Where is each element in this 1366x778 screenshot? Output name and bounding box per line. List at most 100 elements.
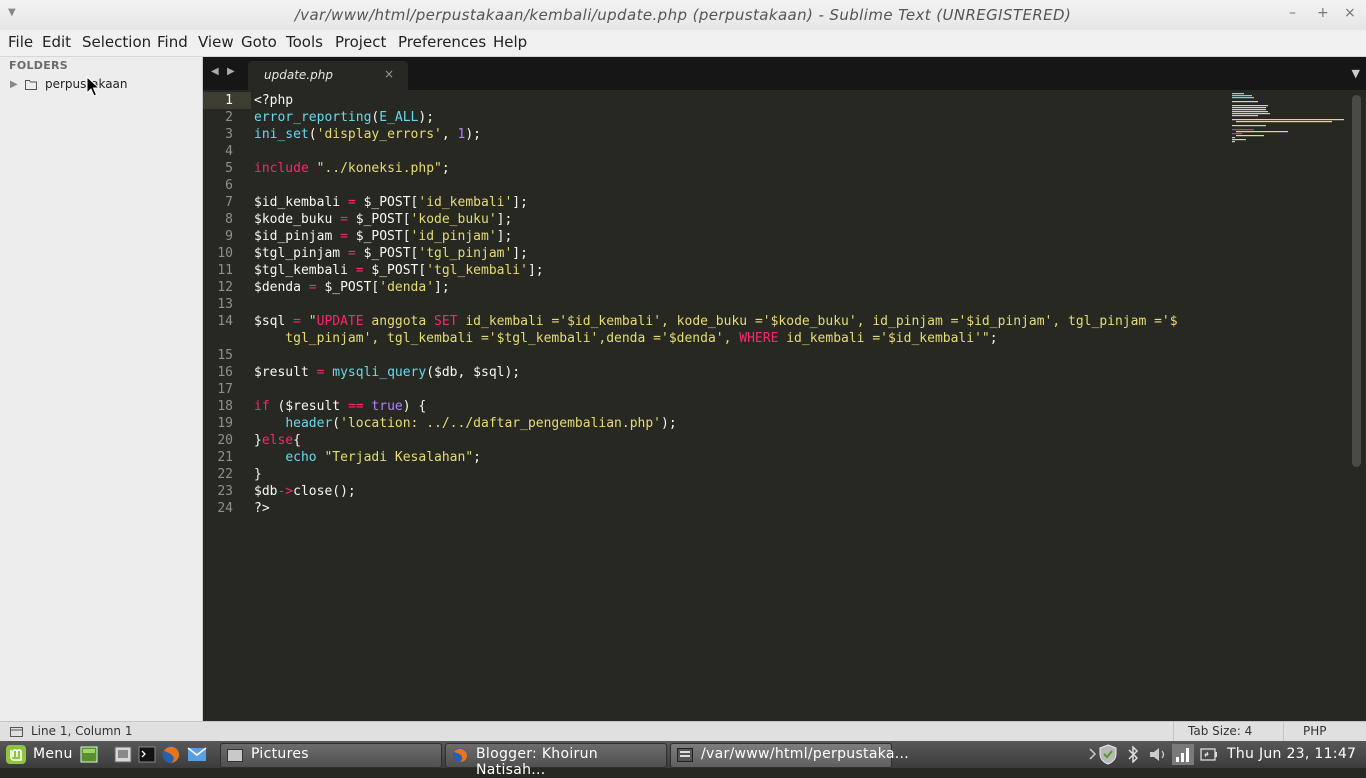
line-number: 5: [225, 161, 233, 176]
menu-tools[interactable]: Tools: [286, 33, 323, 51]
code-line[interactable]: 18 if ($result == true) {: [203, 398, 1366, 415]
bluetooth-icon[interactable]: [1127, 746, 1139, 763]
code-token: =: [340, 229, 348, 244]
mint-logo-icon[interactable]: [6, 745, 26, 764]
code-line[interactable]: 17: [203, 381, 1366, 398]
tab-dropdown-icon[interactable]: ▼: [1352, 67, 1360, 80]
menu-project[interactable]: Project: [335, 33, 386, 51]
menu-view[interactable]: View: [198, 33, 234, 51]
taskbar-window-label: Blogger: Khoirun Natisah...: [476, 746, 598, 778]
code-line[interactable]: 22}: [203, 466, 1366, 483]
code-line[interactable]: 13: [203, 296, 1366, 313]
tab-close-icon[interactable]: ×: [384, 67, 394, 81]
code-token: =: [347, 246, 356, 261]
code-line[interactable]: tgl_pinjam', tgl_kembali ='$tgl_kembali'…: [203, 330, 1366, 347]
window-titlebar[interactable]: ▼ /var/www/html/perpustakaan/kembali/upd…: [0, 0, 1366, 30]
code-token: <?php: [254, 93, 294, 108]
code-line[interactable]: 11 $tgl_kembali = $_POST['tgl_kembali'];: [203, 262, 1366, 279]
code-token: ) {: [402, 399, 427, 414]
code-line[interactable]: 15: [203, 347, 1366, 364]
taskbar-window-pictures[interactable]: Pictures: [220, 743, 442, 768]
code-line[interactable]: 23 $db->close();: [203, 483, 1366, 500]
code-token: $id_kembali: [254, 195, 348, 210]
code-line[interactable]: 6: [203, 177, 1366, 194]
tab-nav-right-icon[interactable]: ▶: [227, 66, 235, 77]
code-token: close();: [293, 484, 356, 499]
code-line[interactable]: 3 ini_set('display_errors', 1);: [203, 126, 1366, 143]
minimize-button[interactable]: –: [1289, 5, 1296, 21]
code-token: $db: [254, 484, 278, 499]
line-number: 20: [217, 433, 233, 448]
line-number: 18: [217, 399, 233, 414]
tab-nav-left-icon[interactable]: ◀: [211, 66, 219, 77]
close-button[interactable]: ×: [1344, 5, 1356, 21]
terminal-icon[interactable]: [138, 746, 156, 763]
code-token: ];: [527, 263, 544, 278]
menu-preferences[interactable]: Preferences: [398, 33, 486, 51]
code-line[interactable]: 16 $result = mysqli_query($db, $sql);: [203, 364, 1366, 381]
code-line[interactable]: 24 ?>: [203, 500, 1366, 517]
code-line[interactable]: 4: [203, 143, 1366, 160]
editor-scrollbar[interactable]: [1352, 95, 1361, 467]
tab-size-indicator[interactable]: Tab Size: 4: [1188, 724, 1252, 738]
taskbar-window-sublime[interactable]: /var/www/html/perpustaka...: [670, 743, 909, 768]
code-line[interactable]: 9 $id_pinjam = $_POST['id_pinjam'];: [203, 228, 1366, 245]
code-line[interactable]: 21 echo "Terjadi Kesalahan";: [203, 449, 1366, 466]
minimap[interactable]: [1232, 93, 1347, 143]
code-token: =: [308, 280, 317, 295]
sublime-text-icon: [677, 748, 693, 762]
code-line[interactable]: 10 $tgl_pinjam = $_POST['tgl_pinjam'];: [203, 245, 1366, 262]
code-token: (: [308, 127, 317, 142]
code-token: ];: [434, 280, 450, 295]
menu-file[interactable]: File: [8, 33, 33, 51]
taskbar-menu-button[interactable]: Menu: [33, 746, 73, 762]
menu-selection[interactable]: Selection: [82, 33, 151, 51]
menu-edit[interactable]: Edit: [42, 33, 71, 51]
code-line[interactable]: 5 include "../koneksi.php";: [203, 160, 1366, 177]
line-number: 14: [217, 314, 233, 329]
taskbar-window-blogger[interactable]: Blogger: Khoirun Natisah...: [445, 743, 667, 778]
menu-find[interactable]: Find: [157, 33, 188, 51]
code-token: ;: [473, 450, 481, 465]
console-icon[interactable]: [10, 727, 23, 737]
code-token: E_ALL: [379, 110, 419, 125]
update-shield-icon[interactable]: [1098, 744, 1118, 765]
code-line[interactable]: 1 <?php: [203, 92, 1366, 109]
maximize-button[interactable]: +: [1317, 5, 1329, 21]
window-title: /var/www/html/perpustakaan/kembali/updat…: [294, 6, 1072, 24]
code-text: }else{: [254, 432, 301, 449]
syntax-indicator[interactable]: PHP: [1303, 724, 1327, 738]
cursor-position: Line 1, Column 1: [31, 724, 133, 738]
network-signal-icon[interactable]: [1172, 744, 1194, 765]
show-desktop-icon[interactable]: [80, 746, 98, 763]
code-line[interactable]: 2 error_reporting(E_ALL);: [203, 109, 1366, 126]
battery-icon[interactable]: [1200, 747, 1218, 762]
code-token: echo: [285, 450, 317, 465]
code-token: tgl_pinjam', tgl_kembali ='$tgl_kembali'…: [254, 331, 740, 346]
menu-help[interactable]: Help: [493, 33, 527, 51]
code-line[interactable]: 8 $kode_buku = $_POST['kode_buku'];: [203, 211, 1366, 228]
code-line[interactable]: 14 $sql = "UPDATE anggota SET id_kembali …: [203, 313, 1366, 330]
menu-goto[interactable]: Goto: [241, 33, 277, 51]
taskbar-clock[interactable]: Thu Jun 23, 11:47: [1227, 746, 1356, 762]
code-token: );: [418, 110, 435, 125]
code-line[interactable]: 12 $denda = $_POST['denda'];: [203, 279, 1366, 296]
line-number: 23: [217, 484, 233, 499]
file-manager-icon[interactable]: [114, 746, 132, 763]
code-line[interactable]: 19 header('location: ../../daftar_pengem…: [203, 415, 1366, 432]
code-line[interactable]: 20 }else{: [203, 432, 1366, 449]
code-token: $_POST[: [316, 280, 380, 295]
code-text: $denda = $_POST['denda'];: [254, 279, 450, 296]
thunderbird-icon[interactable]: [187, 745, 207, 764]
expand-triangle-icon[interactable]: ▶: [10, 79, 18, 90]
firefox-icon[interactable]: [161, 745, 181, 764]
code-editor[interactable]: 1 <?php 2 error_reporting(E_ALL); 3 ini_set('…: [203, 91, 1366, 721]
code-token: ?>: [254, 501, 270, 516]
tab-update-php[interactable]: update.php ×: [248, 61, 408, 91]
volume-icon[interactable]: [1148, 746, 1168, 763]
line-number: 9: [225, 229, 233, 244]
code-line[interactable]: 7 $id_kembali = $_POST['id_kembali'];: [203, 194, 1366, 211]
menu-bar: File Edit Selection Find View Goto Tools…: [0, 30, 1366, 57]
